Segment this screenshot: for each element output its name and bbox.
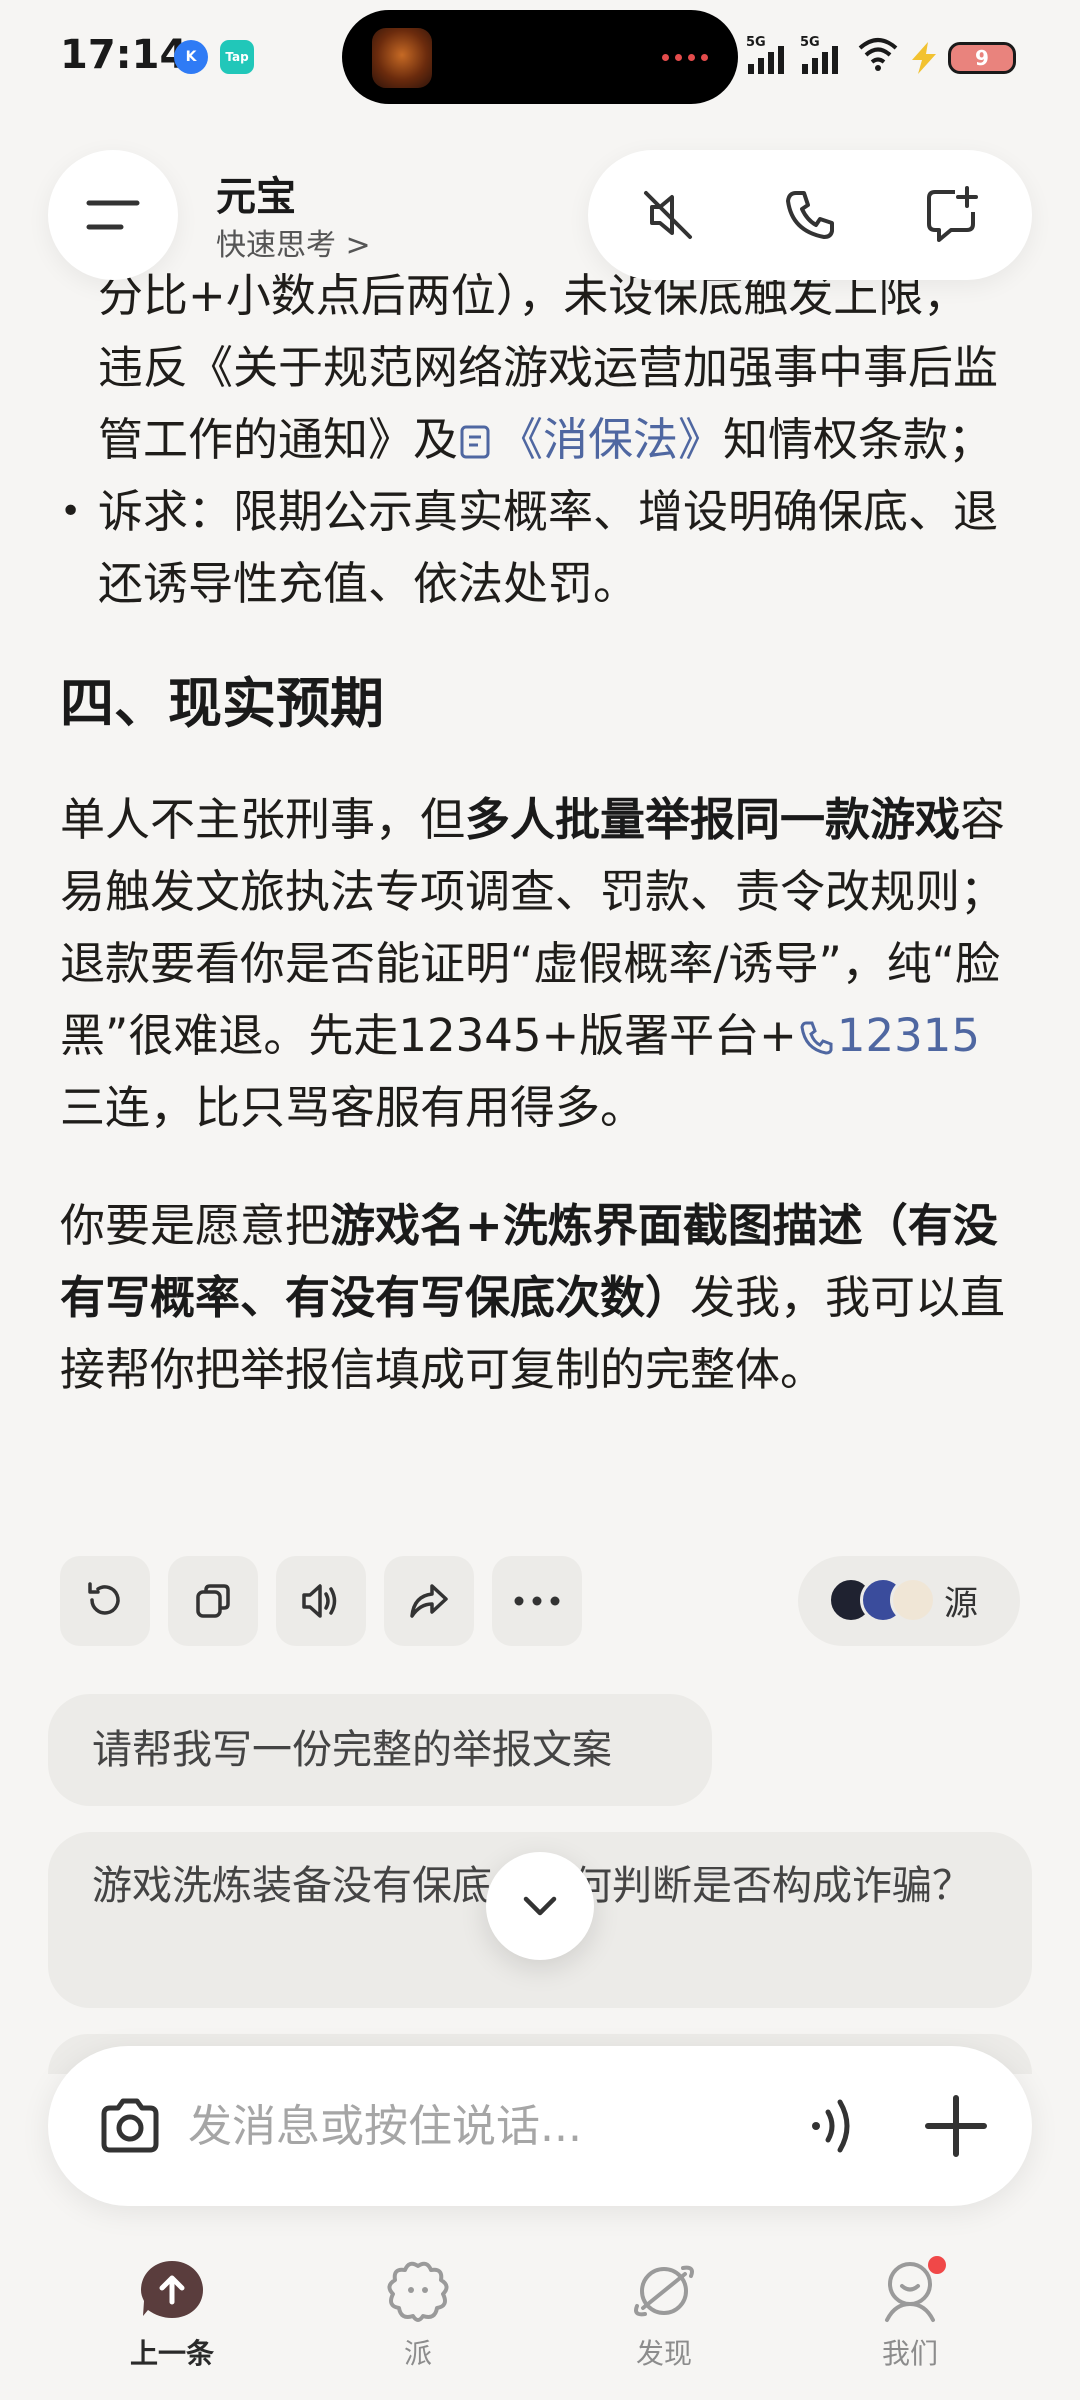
new-chat-button[interactable] (920, 183, 984, 247)
svg-text:5G: 5G (800, 35, 820, 50)
tap-app-icon: Tap (220, 40, 254, 74)
message-composer (48, 2046, 1032, 2206)
mute-icon (644, 191, 692, 239)
expectation-text-c: 三连，比只骂客服有用得多。 (60, 1081, 646, 1134)
nav-previous[interactable]: 上一条 (92, 2256, 252, 2372)
flower-icon (383, 2256, 453, 2326)
audio-wave-icon (662, 54, 708, 61)
copy-button[interactable] (168, 1556, 258, 1646)
expectation-paragraph: 单人不主张刑事，但多人批量举报同一款游戏容易触发文旅执法专项调查、罚款、责令改规… (60, 784, 1020, 1144)
sources-button[interactable]: 源 (798, 1556, 1020, 1646)
media-thumbnail (372, 28, 432, 88)
new-chat-icon (927, 186, 978, 242)
assistant-message: 分比+小数点后两位），未设保底触发上限， 违反《关于规范网络游戏运营加强事中事后… (60, 260, 1020, 1452)
offer-text-a: 你要是愿意把 (60, 1199, 331, 1252)
charging-icon (912, 42, 936, 74)
share-icon (410, 1584, 448, 1618)
violation-text-b: 知情权条款； (723, 413, 994, 466)
nav-label: 发现 (635, 2337, 692, 2370)
notification-dot (928, 2256, 946, 2274)
speaker-icon (302, 1584, 337, 1618)
message-input[interactable] (188, 2086, 708, 2166)
share-button[interactable] (384, 1556, 474, 1646)
copy-icon (196, 1584, 230, 1618)
nav-profile[interactable]: 我们 (830, 2256, 990, 2372)
demand-bullet: 诉求：限期公示真实概率、增设明确保底、退还诱导性充值、依法处罚。 (60, 476, 1020, 620)
sources-label: 源 (944, 1584, 978, 1624)
phone-link[interactable]: 12315 (797, 1009, 980, 1062)
consumer-law-link[interactable]: 《消保法》 (458, 413, 723, 466)
status-time: 17:14 (60, 32, 188, 78)
plus-icon[interactable] (916, 2086, 996, 2166)
wifi-icon (858, 38, 898, 71)
top-bar: 元宝 快速思考 > (0, 120, 1080, 310)
thinking-mode-selector[interactable]: 快速思考 > (216, 220, 371, 264)
phone-icon (786, 191, 834, 239)
status-bar: 17:14 K Tap 5G 5G 9 (0, 0, 1080, 110)
phone-link-text: 12315 (836, 1009, 981, 1062)
nav-label: 我们 (881, 2337, 938, 2370)
bottom-nav: 上一条 派 发现 我们 (0, 2240, 1080, 2400)
regenerate-button[interactable] (60, 1556, 150, 1646)
message-violation-text: 违反《关于规范网络游戏运营加强事中事后监管工作的通知》及 《消保法》知情权条款； (60, 332, 1020, 476)
camera-icon[interactable] (94, 2090, 166, 2162)
battery-indicator: 9 (948, 42, 1016, 74)
menu-icon (86, 200, 140, 230)
suggestion-chip[interactable]: 请帮我写一份完整的举报文案 (48, 1694, 712, 1806)
consumer-law-link-text: 《消保法》 (498, 413, 724, 466)
source-avatar-3 (890, 1577, 936, 1623)
k-app-icon: K (174, 40, 208, 74)
signal-5g-icon: 5G (746, 35, 784, 74)
nav-pai[interactable]: 派 (338, 2256, 498, 2372)
expectation-bold: 多人批量举报同一款游戏 (465, 793, 961, 846)
mute-button[interactable] (636, 183, 700, 247)
chevron-down-icon (523, 1896, 557, 1916)
nav-discover[interactable]: 发现 (584, 2256, 744, 2372)
voice-icon[interactable] (800, 2090, 872, 2162)
refresh-icon (88, 1582, 120, 1615)
document-link-icon (460, 425, 490, 459)
signal-5g-icon-2: 5G (800, 35, 838, 74)
call-button[interactable] (778, 183, 842, 247)
read-aloud-button[interactable] (276, 1556, 366, 1646)
more-icon (514, 1596, 560, 1606)
scroll-down-button[interactable] (486, 1852, 594, 1960)
offer-paragraph: 你要是愿意把游戏名+洗炼界面截图描述（有没有写概率、有没有写保底次数）发我，我可… (60, 1190, 1020, 1406)
svg-text:5G: 5G (746, 35, 766, 50)
chat-title[interactable]: 元宝 (216, 164, 296, 222)
menu-button[interactable] (48, 150, 178, 280)
section-heading: 四、现实预期 (60, 672, 384, 735)
nav-label: 派 (403, 2337, 432, 2370)
nav-label: 上一条 (129, 2337, 214, 2370)
planet-icon (629, 2256, 699, 2326)
more-button[interactable] (492, 1556, 582, 1646)
message-actions: 源 (60, 1556, 1020, 1646)
dynamic-island[interactable] (342, 10, 738, 104)
expectation-text-a: 单人不主张刑事，但 (60, 793, 466, 846)
phone-link-icon (800, 1021, 833, 1055)
header-actions (588, 150, 1032, 280)
up-arrow-icon (137, 2256, 207, 2326)
